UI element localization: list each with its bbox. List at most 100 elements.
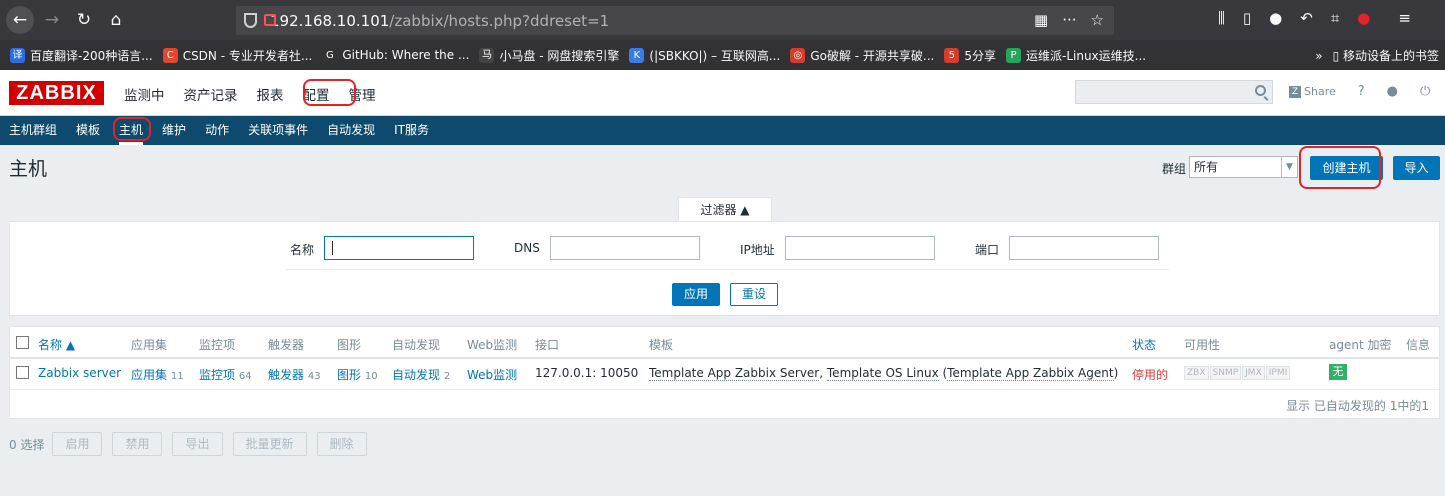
- bookmark-item[interactable]: 译百度翻译-200种语言...: [10, 47, 153, 64]
- port-filter-input[interactable]: [1009, 236, 1159, 260]
- group-select[interactable]: 所有 ▼: [1189, 156, 1298, 178]
- apply-filter-button[interactable]: 应用: [672, 283, 720, 306]
- bookmark-item[interactable]: K (|SBKKO|) – 互联网高...: [629, 47, 780, 64]
- bookmark-item[interactable]: 5 5分享: [944, 47, 996, 64]
- sidebar-icon[interactable]: ▯: [1243, 9, 1251, 27]
- search-icon[interactable]: [1255, 85, 1266, 96]
- bookmark-label: 运维派-Linux运维技...: [1026, 48, 1147, 63]
- items-cell: 监控项 64: [199, 368, 252, 382]
- address-bar[interactable]: 192.168.10.101/zabbix/hosts.php?ddreset=…: [236, 6, 1114, 35]
- home-icon[interactable]: ⌂: [102, 6, 130, 34]
- disable-button[interactable]: 禁用: [112, 432, 163, 456]
- filter-toggle-tab[interactable]: 过滤器 ▲: [678, 197, 772, 222]
- submenu-discovery[interactable]: 自动发现: [327, 116, 375, 145]
- group-label: 群组: [1162, 162, 1187, 176]
- web-link[interactable]: Web监测: [467, 366, 517, 383]
- extension-icon[interactable]: ●: [1357, 9, 1370, 27]
- bookmark-item[interactable]: G GitHub: Where the ...: [322, 47, 470, 63]
- forward-icon[interactable]: →: [38, 6, 66, 34]
- discovery-cell: 自动发现 2: [392, 368, 451, 382]
- bookmark-item[interactable]: 马小马盘 - 网盘搜索引擎: [479, 47, 619, 64]
- col-status-header[interactable]: 状态: [1132, 336, 1156, 353]
- help-icon[interactable]: ?: [1358, 84, 1365, 99]
- submenu-it-services[interactable]: IT服务: [394, 116, 429, 145]
- import-button[interactable]: 导入: [1393, 156, 1440, 180]
- reset-filter-button[interactable]: 重设: [730, 283, 778, 306]
- page-actions-icon[interactable]: ···: [1062, 11, 1076, 29]
- back-icon[interactable]: ←: [6, 6, 34, 34]
- bookmark-item[interactable]: C CSDN - 专业开发者社...: [162, 47, 313, 64]
- col-encryption-header: agent 加密: [1329, 338, 1392, 352]
- tracking-shield-icon[interactable]: [244, 13, 257, 28]
- templates-cell: Template App Zabbix Server, Template OS …: [649, 366, 1119, 381]
- zabbix-logo[interactable]: ZABBIX: [9, 81, 104, 105]
- col-name-header[interactable]: 名称 ▲: [38, 336, 75, 353]
- global-search-input[interactable]: [1075, 80, 1273, 104]
- applications-cell: 应用集 11: [131, 368, 184, 382]
- submenu-actions[interactable]: 动作: [205, 116, 229, 145]
- more-bookmarks-icon[interactable]: »: [1315, 49, 1322, 63]
- library-icon[interactable]: ⫼: [1218, 9, 1225, 27]
- zabbix-header: ZABBIX 监测中 资产记录 报表 配置 管理 Z Share ? ● ⏻: [0, 70, 1445, 116]
- crop-icon[interactable]: ⌗: [1331, 9, 1339, 27]
- template-link[interactable]: Template OS Linux: [826, 366, 939, 381]
- reload-icon[interactable]: ↻: [70, 6, 98, 34]
- mobile-bookmarks[interactable]: ▯ 移动设备上的书签: [1333, 47, 1439, 64]
- submenu-event-correlation[interactable]: 关联项事件: [248, 116, 308, 145]
- template-link[interactable]: Template App Zabbix Agent: [947, 366, 1114, 381]
- menu-icon[interactable]: ≡: [1398, 9, 1411, 27]
- bookmark-label: 5分享: [964, 48, 996, 63]
- insecure-lock-icon[interactable]: [264, 14, 276, 26]
- logout-icon[interactable]: ⏻: [1420, 84, 1430, 99]
- triggers-link[interactable]: 触发器: [268, 368, 304, 382]
- filter-panel: 名称 DNS IP地址 端口 应用 重设: [9, 221, 1440, 316]
- user-profile-icon[interactable]: ●: [1387, 84, 1398, 99]
- menu-inventory[interactable]: 资产记录: [184, 84, 238, 104]
- host-name-link[interactable]: Zabbix server: [38, 366, 121, 380]
- share-link[interactable]: Z Share: [1289, 85, 1336, 98]
- selected-count: 0 选择: [9, 437, 45, 452]
- submenu-templates[interactable]: 模板: [76, 116, 100, 145]
- mass-update-button[interactable]: 批量更新: [232, 432, 307, 456]
- col-discovery-header: 自动发现: [392, 338, 441, 352]
- submenu-maintenance[interactable]: 维护: [162, 116, 186, 145]
- bookmark-item[interactable]: ◎ Go破解 - 开源共享破...: [790, 47, 934, 64]
- col-applications-header: 应用集: [131, 338, 168, 352]
- row-checkbox[interactable]: [16, 366, 29, 379]
- delete-button[interactable]: 删除: [316, 432, 367, 456]
- encryption-badge: 无: [1329, 364, 1347, 380]
- discovery-link[interactable]: 自动发现: [392, 368, 440, 382]
- bookmark-label: CSDN - 专业开发者社...: [182, 48, 313, 63]
- qr-code-icon[interactable]: ▦: [1034, 11, 1048, 29]
- account-icon[interactable]: ●: [1269, 9, 1282, 27]
- bookmark-item[interactable]: P 运维派-Linux运维技...: [1006, 47, 1146, 64]
- status-toggle[interactable]: 停用的: [1132, 366, 1168, 383]
- graphs-link[interactable]: 图形: [337, 368, 361, 382]
- bookmark-label: GitHub: Where the ...: [342, 48, 470, 62]
- dns-filter-input[interactable]: [550, 236, 700, 260]
- ip-filter-label: IP地址: [740, 243, 775, 257]
- name-filter-input[interactable]: [324, 236, 474, 260]
- hosts-table: 名称 ▲ 应用集 监控项 触发器 图形 自动发现 Web监测 接口 模板 状态 …: [9, 326, 1440, 419]
- ipmi-badge: IPMI: [1265, 366, 1291, 380]
- snmp-badge: SNMP: [1209, 366, 1242, 380]
- bookmark-favicon-icon: ◎: [790, 47, 806, 63]
- bookmark-star-icon[interactable]: ☆: [1091, 11, 1104, 29]
- url-text[interactable]: 192.168.10.101/zabbix/hosts.php?ddreset=…: [270, 12, 609, 30]
- bookmark-favicon-icon: K: [629, 47, 645, 63]
- select-all-checkbox[interactable]: [16, 336, 29, 349]
- export-button[interactable]: 导出: [172, 432, 223, 456]
- template-link[interactable]: Template App Zabbix Server: [649, 366, 820, 381]
- page-title: 主机: [9, 158, 48, 180]
- ip-filter-input[interactable]: [785, 236, 935, 260]
- browser-toolbar: ← → ↻ ⌂ 192.168.10.101/zabbix/hosts.php?…: [0, 0, 1445, 40]
- menu-monitoring[interactable]: 监测中: [124, 84, 165, 104]
- items-link[interactable]: 监控项: [199, 368, 235, 382]
- menu-reports[interactable]: 报表: [257, 84, 284, 104]
- submenu-host-groups[interactable]: 主机群组: [9, 116, 57, 145]
- undo-icon[interactable]: ↶: [1300, 9, 1313, 27]
- bookmark-favicon-icon: 5: [944, 47, 960, 63]
- enable-button[interactable]: 启用: [52, 432, 103, 456]
- config-submenu: 主机群组 模板 主机 维护 动作 关联项事件 自动发现 IT服务: [0, 116, 1445, 145]
- applications-link[interactable]: 应用集: [131, 368, 167, 382]
